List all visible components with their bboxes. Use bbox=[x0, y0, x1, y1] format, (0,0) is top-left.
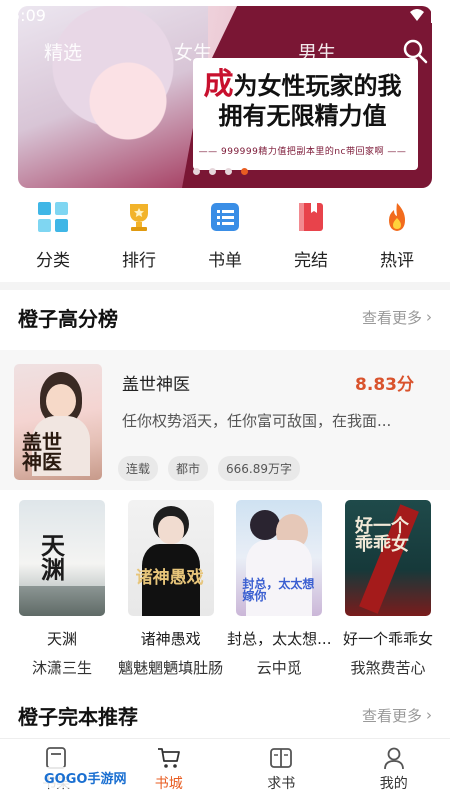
search-icon[interactable] bbox=[402, 38, 428, 64]
book-title: 诸神愚戏 bbox=[140, 630, 201, 648]
nav-label: 求书 bbox=[267, 776, 296, 792]
finished-header: 橙子完本推荐 查看更多 › bbox=[0, 690, 450, 740]
nav-label: 我的 bbox=[379, 776, 408, 792]
status-icons bbox=[409, 7, 440, 23]
carousel-dot-active[interactable] bbox=[241, 168, 248, 175]
book-title: 封总，太太想... bbox=[227, 630, 332, 648]
featured-book-desc: 任你权势滔天，任你富可敌国，在我面... bbox=[122, 412, 392, 430]
tab-male[interactable]: 男生 bbox=[298, 38, 336, 65]
section-title: 橙子完本推荐 bbox=[18, 704, 138, 729]
book-title: 好一个乖乖女 bbox=[342, 630, 433, 648]
cover-title-text: 诸神愚戏 bbox=[135, 568, 204, 588]
list-icon bbox=[208, 200, 242, 234]
banner-title: 成为女性玩家的我 拥有无限精力值 bbox=[203, 67, 402, 131]
carousel-dot[interactable] bbox=[209, 168, 216, 175]
battery-icon bbox=[431, 7, 440, 23]
book-cover: 天渊 bbox=[19, 500, 105, 616]
featured-book-title: 盖世神医 bbox=[122, 375, 190, 395]
featured-book-cover: 盖世 神医 bbox=[14, 364, 102, 480]
view-more-label: 查看更多 bbox=[361, 706, 422, 725]
category-hot-reviews[interactable]: 热评 bbox=[362, 200, 432, 280]
view-more-link[interactable]: 查看更多 › bbox=[362, 307, 432, 328]
user-icon bbox=[381, 746, 407, 770]
book-item[interactable]: 封总，太太想嫁你 封总，太太想... 云中觅 bbox=[227, 500, 331, 680]
cover-title-text: 天渊 bbox=[41, 531, 65, 584]
featured-book-card[interactable]: 盖世 神医 盖世神医 8.83分 任你权势滔天，任你富可敌国，在我面... 连载 … bbox=[0, 350, 450, 490]
wifi-icon bbox=[410, 9, 424, 21]
cover-title-text: 好一个 乖乖女 bbox=[354, 516, 409, 555]
flame-icon bbox=[380, 200, 414, 234]
carousel-dot[interactable] bbox=[225, 168, 232, 175]
book-cover: 封总，太太想嫁你 bbox=[236, 500, 323, 616]
carousel-dot[interactable] bbox=[193, 168, 200, 175]
carousel-indicator bbox=[193, 168, 248, 175]
book-item[interactable]: 诸神愚戏 诸神愚戏 魑魅魍魉填肚肠 bbox=[118, 500, 224, 680]
category-booklist[interactable]: 书单 bbox=[190, 200, 260, 280]
cover-title-text: 盖世 神医 bbox=[22, 430, 62, 474]
nav-request-book[interactable]: 求书 bbox=[241, 746, 321, 793]
book-title: 天渊 bbox=[46, 630, 77, 648]
banner-subtitle: —— 999999精力值把副本里的nc带回家啊 —— bbox=[198, 147, 407, 157]
book-cover: 诸神愚戏 bbox=[127, 500, 214, 616]
open-book-icon bbox=[268, 746, 294, 770]
cover-title-text: 封总，太太想嫁你 bbox=[242, 577, 315, 603]
book-author: 魑魅魍魉填肚肠 bbox=[118, 659, 224, 677]
section-title: 橙子高分榜 bbox=[18, 306, 118, 331]
view-more-label: 查看更多 bbox=[361, 308, 422, 327]
tag-wordcount: 666.89万字 bbox=[218, 456, 301, 481]
book-item[interactable]: 天渊 天渊 沐潇三生 bbox=[10, 500, 114, 680]
tag-status: 连载 bbox=[118, 456, 159, 481]
category-ranking[interactable]: 排行 bbox=[104, 200, 174, 280]
book-cover: 好一个 乖乖女 bbox=[344, 500, 431, 616]
top-rated-header: 橙子高分榜 查看更多 › bbox=[0, 292, 450, 342]
book-author: 沐潇三生 bbox=[31, 659, 92, 677]
tab-female[interactable]: 女生 bbox=[174, 38, 212, 65]
book-item[interactable]: 好一个 乖乖女 好一个乖乖女 我煞费苦心 bbox=[336, 500, 440, 680]
category-label: 分类 bbox=[36, 251, 70, 271]
category-label: 热评 bbox=[380, 251, 414, 271]
book-icon bbox=[294, 200, 328, 234]
top-tabs: 精选 女生 男生 bbox=[0, 34, 450, 68]
cart-icon bbox=[156, 746, 182, 770]
grid-icon bbox=[36, 200, 70, 234]
category-finished[interactable]: 完结 bbox=[276, 200, 346, 280]
tag-genre: 都市 bbox=[168, 456, 209, 481]
featured-book-tags: 连载 都市 666.89万字 bbox=[118, 456, 301, 481]
watermark-logo: GOGO手游网 bbox=[40, 767, 131, 788]
trophy-icon bbox=[122, 200, 156, 234]
category-classify[interactable]: 分类 bbox=[18, 200, 88, 280]
category-row: 分类 排行 书单 完结 热评 bbox=[0, 200, 450, 280]
chevron-right-icon: › bbox=[426, 706, 432, 724]
nav-profile[interactable]: 我的 bbox=[354, 746, 434, 793]
book-author: 我煞费苦心 bbox=[350, 659, 426, 677]
tab-featured[interactable]: 精选 bbox=[44, 38, 82, 65]
category-label: 完结 bbox=[294, 251, 328, 271]
chevron-right-icon: › bbox=[426, 308, 432, 326]
status-bar: 5:09 bbox=[0, 0, 450, 30]
nav-bookstore[interactable]: 书城 bbox=[129, 746, 209, 793]
category-label: 排行 bbox=[122, 251, 156, 271]
view-more-link[interactable]: 查看更多 › bbox=[362, 705, 432, 726]
section-divider bbox=[0, 282, 450, 290]
book-grid: 天渊 天渊 沐潇三生 诸神愚戏 诸神愚戏 魑魅魍魉填肚肠 封总，太太想嫁你 封总… bbox=[0, 500, 450, 680]
featured-book-score: 8.83分 bbox=[355, 375, 414, 395]
book-author: 云中觅 bbox=[256, 659, 302, 677]
status-time: 5:09 bbox=[10, 5, 46, 25]
nav-label: 书城 bbox=[154, 776, 183, 792]
category-label: 书单 bbox=[208, 251, 242, 271]
